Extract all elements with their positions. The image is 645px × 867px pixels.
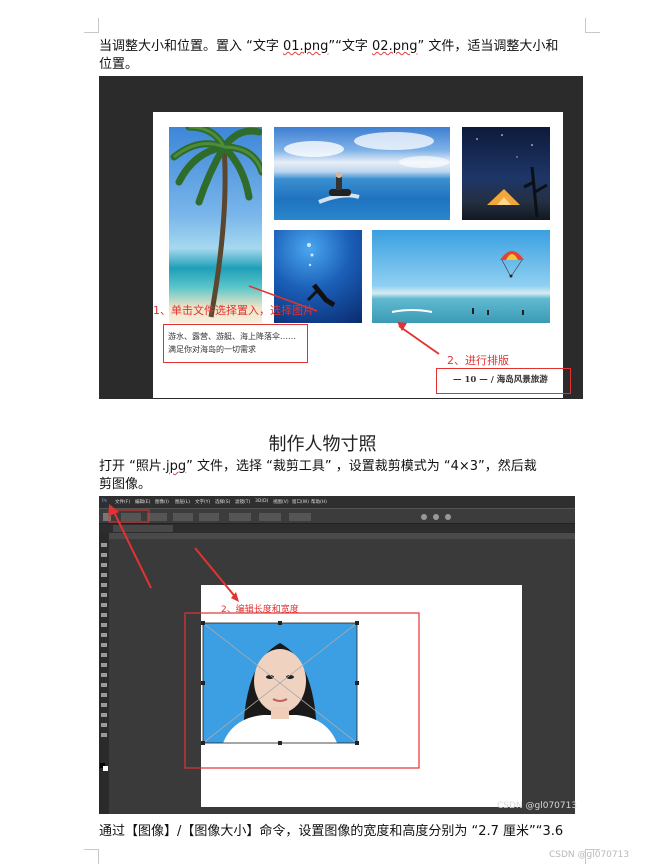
annotation-edit-size: 2、编辑长度和宽度 — [221, 605, 299, 615]
paragraph-line: 通过【图像】/【图像大小】命令，设置图像的宽度和高度分别为 “2.7 厘米”“3… — [99, 824, 564, 839]
paragraph-crop: 打开 “照片.jpg” 文件，选择 “裁剪工具” ，设置裁剪模式为 “4×3”，… — [99, 458, 585, 494]
corner-mark-top-left — [84, 18, 99, 33]
corner-mark-bottom-left — [84, 849, 99, 864]
photoshop-screenshot: Ps 文件(F) 编辑(E) 图像(I) 图层(L) 文字(Y) 选择(S) 滤… — [99, 496, 578, 814]
filename: jpg — [166, 459, 187, 474]
layout-screenshot: 游水、露营、游艇、海上降落伞…… 满足你对海岛的一切需求 — 10 — / 海岛… — [99, 76, 583, 399]
paragraph-line: 当调整大小和位置。置入 “文字 01.png”“文字 02.png” 文件，适当… — [99, 39, 559, 54]
corner-mark-top-right — [585, 18, 600, 33]
paragraph-line: 打开 “照片.jpg” 文件，选择 “裁剪工具” ，设置裁剪模式为 “4×3”，… — [99, 459, 537, 474]
paragraph-line: 位置。 — [99, 57, 139, 72]
page-watermark: CSDN @gl070713 — [549, 850, 630, 860]
paragraph-intro: 当调整大小和位置。置入 “文字 01.png”“文字 02.png” 文件，适当… — [99, 38, 585, 74]
annotation-arrows — [248, 285, 440, 355]
filename: 01.png — [283, 39, 329, 54]
filename: 02.png — [372, 39, 418, 54]
crop-overlay — [108, 504, 420, 769]
paragraph-line: 剪图像。 — [99, 477, 152, 492]
figure-watermark: CSDN @gl070713 — [497, 801, 578, 811]
section-heading: 制作人物寸照 — [268, 434, 377, 455]
paragraph-image-size: 通过【图像】/【图像大小】命令，设置图像的宽度和高度分别为 “2.7 厘米”“3… — [99, 823, 585, 841]
